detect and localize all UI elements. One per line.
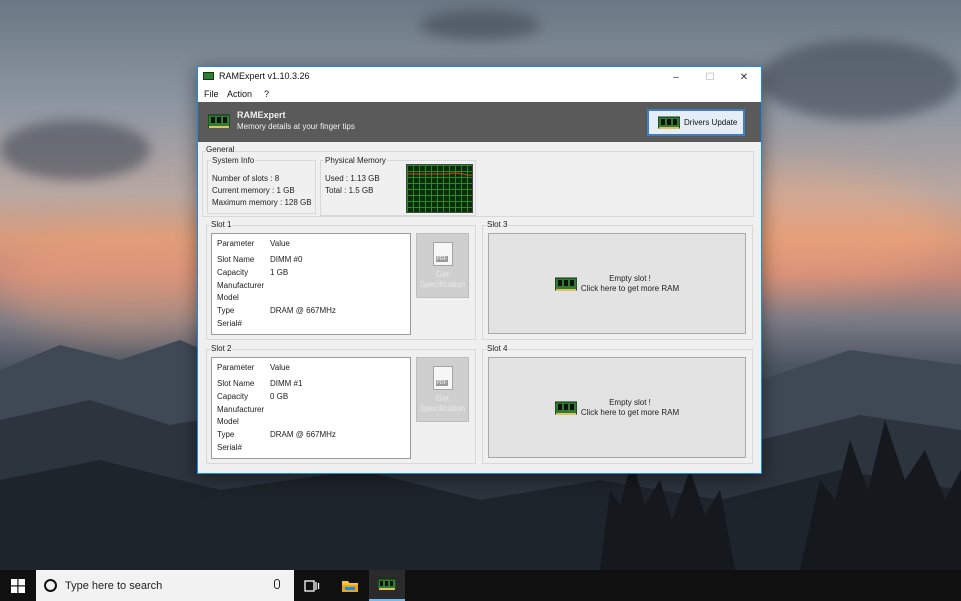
window-title: RAMExpert v1.10.3.26 bbox=[219, 71, 310, 81]
slots-count: Number of slots : 8 bbox=[212, 174, 280, 183]
ram-module-icon bbox=[378, 578, 396, 590]
empty-slot-3[interactable]: Empty slot ! Click here to get more RAM bbox=[488, 233, 746, 334]
ramexpert-window: RAMExpert v1.10.3.26 – ☐ ✕ File Action ?… bbox=[197, 66, 762, 474]
task-view-icon bbox=[304, 579, 320, 592]
slot-2-details: Parameter Value Slot Name DIMM #1 Capaci… bbox=[211, 357, 411, 459]
get-specification-button[interactable]: PDF Get Specification bbox=[416, 233, 469, 298]
slot-4-label: Slot 4 bbox=[486, 344, 509, 353]
app-icon bbox=[203, 72, 214, 80]
slot-1-label: Slot 1 bbox=[210, 220, 233, 229]
banner-tagline: Memory details at your finger tips bbox=[237, 122, 355, 131]
row-label: Serial# bbox=[217, 443, 242, 452]
capacity-value: 0 GB bbox=[270, 392, 289, 401]
maximum-memory: Maximum memory : 128 GB bbox=[212, 198, 312, 207]
row-label: Model bbox=[217, 417, 239, 426]
file-explorer-button[interactable] bbox=[332, 570, 368, 601]
start-button[interactable] bbox=[0, 570, 36, 601]
slot-name-value: DIMM #0 bbox=[270, 255, 303, 264]
memory-usage-graph bbox=[406, 164, 473, 213]
empty-slot-message: Empty slot ! Click here to get more RAM bbox=[580, 273, 680, 293]
pdf-icon: PDF bbox=[432, 242, 453, 266]
menu-bar: File Action ? bbox=[198, 87, 761, 102]
task-view-button[interactable] bbox=[294, 570, 330, 601]
title-bar[interactable]: RAMExpert v1.10.3.26 – ☐ ✕ bbox=[198, 67, 761, 87]
ram-module-icon bbox=[658, 116, 680, 129]
ram-module-icon bbox=[554, 277, 577, 291]
param-header: Parameter bbox=[217, 363, 255, 372]
row-label: Serial# bbox=[217, 319, 242, 328]
minimize-button[interactable]: – bbox=[659, 67, 693, 87]
general-label: General bbox=[205, 145, 236, 154]
row-label: Capacity bbox=[217, 268, 249, 277]
pdf-icon: PDF bbox=[432, 366, 453, 390]
row-label: Capacity bbox=[217, 392, 249, 401]
search-placeholder: Type here to search bbox=[65, 579, 163, 592]
menu-help[interactable]: ? bbox=[264, 89, 269, 99]
ram-module-icon bbox=[554, 401, 577, 415]
row-label: Type bbox=[217, 430, 235, 439]
type-value: DRAM @ 667MHz bbox=[270, 430, 336, 439]
row-label: Model bbox=[217, 293, 239, 302]
close-button[interactable]: ✕ bbox=[727, 67, 761, 87]
row-label: Type bbox=[217, 306, 235, 315]
cortana-icon bbox=[44, 579, 57, 592]
banner-app-name: RAMExpert bbox=[237, 110, 286, 120]
microphone-icon[interactable] bbox=[274, 579, 280, 589]
drivers-update-label: Drivers Update bbox=[684, 118, 738, 127]
main-content: General Number of slots : 8 Current memo… bbox=[198, 142, 761, 473]
row-label: Manufacturer bbox=[217, 405, 265, 414]
ram-module-icon bbox=[208, 114, 230, 128]
drivers-update-button[interactable]: Drivers Update bbox=[647, 109, 745, 136]
menu-action[interactable]: Action bbox=[227, 89, 252, 99]
value-header: Value bbox=[270, 239, 290, 248]
taskbar: Type here to search bbox=[0, 570, 961, 601]
system-info-group: Number of slots : 8 Current memory : 1 G… bbox=[207, 160, 316, 214]
empty-slot-message: Empty slot ! Click here to get more RAM bbox=[580, 397, 680, 417]
menu-file[interactable]: File bbox=[204, 89, 219, 99]
param-header: Parameter bbox=[217, 239, 255, 248]
app-banner: RAMExpert Memory details at your finger … bbox=[198, 102, 761, 142]
type-value: DRAM @ 667MHz bbox=[270, 306, 336, 315]
empty-slot-4[interactable]: Empty slot ! Click here to get more RAM bbox=[488, 357, 746, 458]
windows-icon bbox=[11, 578, 25, 593]
slot-1-details: Parameter Value Slot Name DIMM #0 Capaci… bbox=[211, 233, 411, 335]
current-memory: Current memory : 1 GB bbox=[212, 186, 295, 195]
physical-memory-label: Physical Memory bbox=[324, 156, 387, 165]
search-box[interactable]: Type here to search bbox=[36, 570, 294, 601]
folder-icon bbox=[342, 580, 358, 592]
slot-name-value: DIMM #1 bbox=[270, 379, 303, 388]
row-label: Manufacturer bbox=[217, 281, 265, 290]
slot-3-label: Slot 3 bbox=[486, 220, 509, 229]
ramexpert-taskbar-button[interactable] bbox=[369, 570, 405, 601]
system-info-label: System Info bbox=[211, 156, 256, 165]
capacity-value: 1 GB bbox=[270, 268, 289, 277]
slot-2-label: Slot 2 bbox=[210, 344, 233, 353]
row-label: Slot Name bbox=[217, 255, 255, 264]
maximize-button[interactable]: ☐ bbox=[693, 67, 727, 87]
value-header: Value bbox=[270, 363, 290, 372]
get-specification-button[interactable]: PDF Get Specification bbox=[416, 357, 469, 422]
row-label: Slot Name bbox=[217, 379, 255, 388]
total-memory: Total : 1.5 GB bbox=[325, 186, 374, 195]
used-memory: Used : 1.13 GB bbox=[325, 174, 380, 183]
